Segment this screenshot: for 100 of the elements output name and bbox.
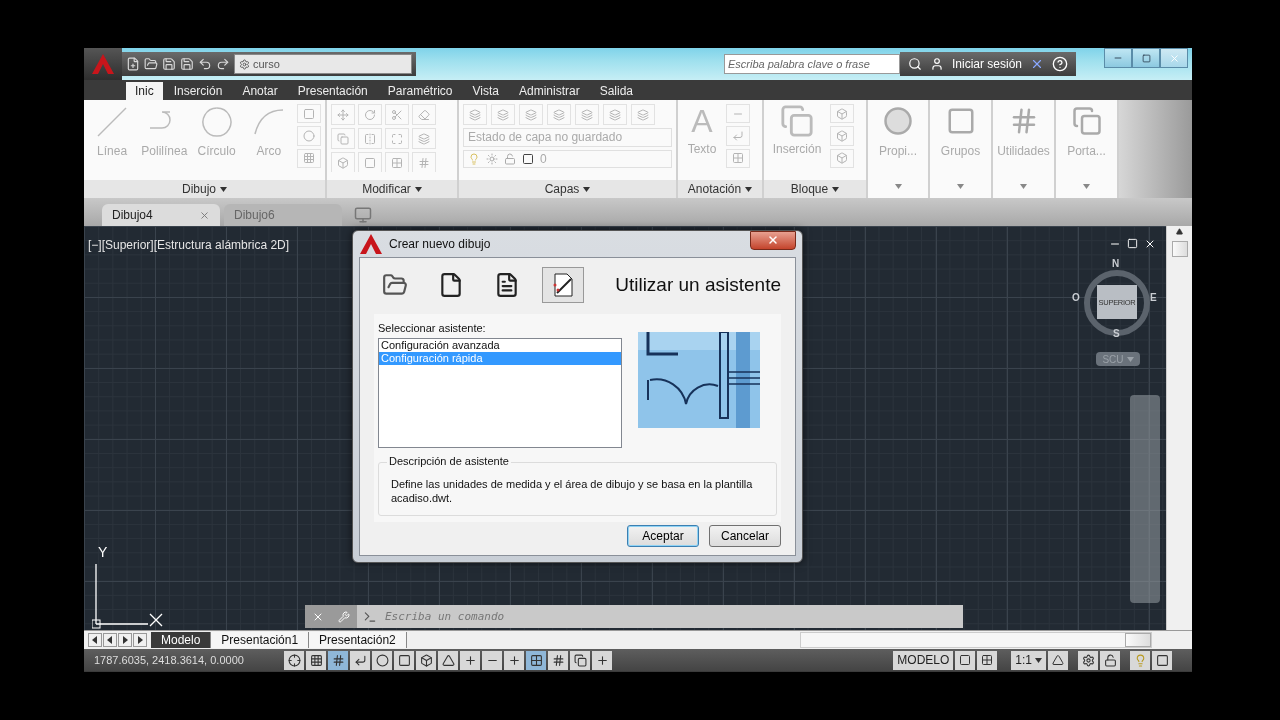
- command-field[interactable]: Escriba un comando: [357, 605, 963, 628]
- ribbon-tab[interactable]: Vista: [463, 82, 508, 100]
- layers-icon[interactable]: [609, 108, 621, 121]
- ellipse-icon[interactable]: [303, 130, 315, 142]
- tool-button[interactable]: [412, 104, 436, 125]
- layers-icon[interactable]: [497, 108, 509, 121]
- trim-icon[interactable]: [391, 108, 403, 121]
- close-button[interactable]: [1160, 48, 1188, 68]
- app-logo-icon[interactable]: [359, 233, 383, 255]
- layers-icon[interactable]: [637, 108, 649, 121]
- tool-button[interactable]: [297, 148, 321, 168]
- table-icon[interactable]: [732, 152, 744, 165]
- block-icon[interactable]: [836, 107, 848, 120]
- tool-button[interactable]: [385, 104, 409, 125]
- document-tab[interactable]: Dibujo4: [102, 204, 220, 226]
- vertical-scrollbar[interactable]: [1166, 226, 1192, 630]
- model-space-button[interactable]: MODELO: [893, 650, 954, 670]
- panel-title[interactable]: Bloque: [764, 180, 866, 198]
- layers-icon[interactable]: [418, 132, 430, 145]
- ribbon-tab[interactable]: Presentación: [288, 82, 377, 100]
- tool-button[interactable]: [547, 104, 571, 125]
- layout-tab[interactable]: Modelo: [151, 632, 212, 648]
- erase-icon[interactable]: [418, 108, 430, 121]
- layers-icon[interactable]: [469, 108, 481, 121]
- tool-button[interactable]: [463, 104, 487, 125]
- hatch-icon[interactable]: [303, 152, 315, 165]
- ribbon-tab[interactable]: Salida: [590, 82, 642, 100]
- panel-title[interactable]: Modificar: [327, 180, 457, 198]
- ribbon-tab[interactable]: Inserción: [164, 82, 232, 100]
- close-icon[interactable]: [1144, 238, 1156, 250]
- tab-nav-icon[interactable]: [118, 633, 132, 647]
- panel-title[interactable]: Dibujo: [84, 180, 325, 198]
- unlock-icon[interactable]: [504, 152, 516, 165]
- tool-button[interactable]: [830, 104, 854, 124]
- color-swatch-icon[interactable]: [522, 152, 534, 165]
- panel-title[interactable]: Anotación: [678, 180, 762, 198]
- lightbulb-icon[interactable]: [468, 152, 480, 165]
- search-field[interactable]: Escriba palabra clave o frase: [723, 54, 900, 74]
- sun-icon[interactable]: [486, 152, 498, 165]
- list-item[interactable]: Configuración avanzada: [379, 339, 621, 352]
- maximize-icon[interactable]: [1141, 53, 1151, 63]
- dialog-close-button[interactable]: [750, 230, 796, 250]
- mirror-icon[interactable]: [364, 132, 376, 145]
- layout-tab[interactable]: Presentación2: [309, 632, 407, 648]
- tool-button[interactable]: [358, 152, 382, 172]
- ribbon-tab[interactable]: Anotar: [233, 82, 287, 100]
- move-icon[interactable]: [337, 108, 349, 121]
- tool-button[interactable]: [331, 104, 355, 125]
- wizard-list[interactable]: Configuración avanzada Configuración rápida: [378, 338, 622, 448]
- annotation-scale-button[interactable]: 1:1: [1011, 650, 1046, 670]
- prompt-icon[interactable]: [363, 609, 377, 624]
- redo-icon[interactable]: [216, 57, 230, 71]
- command-line-handle[interactable]: [305, 605, 357, 628]
- tool-button[interactable]: [297, 126, 321, 146]
- tool-button[interactable]: [412, 128, 436, 149]
- tool-button[interactable]: [358, 104, 382, 125]
- wrench-icon[interactable]: [338, 610, 350, 623]
- horizontal-scrollbar[interactable]: [800, 632, 1152, 648]
- user-icon[interactable]: [929, 57, 944, 71]
- rectangle-icon[interactable]: [303, 107, 315, 120]
- scroll-up-icon[interactable]: [1176, 228, 1183, 235]
- block-icon[interactable]: [836, 130, 848, 142]
- help-icon[interactable]: [1052, 56, 1068, 72]
- new-file-icon[interactable]: [126, 57, 140, 71]
- tool-button[interactable]: [331, 152, 355, 172]
- tool-button[interactable]: [830, 126, 854, 146]
- open-folder-icon[interactable]: [144, 57, 158, 71]
- tool-button[interactable]: [575, 104, 599, 125]
- close-tab-icon[interactable]: [199, 209, 210, 221]
- tool-button[interactable]: [412, 152, 436, 172]
- dialog-button[interactable]: Cancelar: [709, 525, 781, 547]
- tool-button[interactable]: [631, 104, 655, 125]
- tool-button[interactable]: [385, 128, 409, 149]
- undo-icon[interactable]: [198, 57, 212, 71]
- rotate-icon[interactable]: [364, 108, 376, 121]
- copy-icon[interactable]: [337, 132, 349, 145]
- tab-nav-icon[interactable]: [103, 633, 117, 647]
- minimize-button[interactable]: [1104, 48, 1132, 68]
- scrollbar-thumb[interactable]: [1125, 633, 1151, 647]
- tool-button[interactable]: [491, 104, 515, 125]
- restore-icon[interactable]: [1127, 238, 1138, 249]
- app-logo-icon[interactable]: [91, 53, 115, 75]
- tool-button[interactable]: [726, 148, 750, 168]
- panel-title[interactable]: Capas: [459, 180, 676, 198]
- viewport-label[interactable]: [−][Superior][Estructura alámbrica 2D]: [88, 238, 290, 252]
- mode-button[interactable]: [542, 267, 584, 303]
- tool-button[interactable]: [519, 104, 543, 125]
- ribbon-tab[interactable]: Inic: [126, 82, 163, 100]
- tab-nav-icon[interactable]: [88, 633, 102, 647]
- drawing-canvas[interactable]: [84, 226, 1166, 630]
- command-input[interactable]: Escriba un comando: [383, 609, 963, 624]
- tool-button[interactable]: [297, 104, 321, 124]
- save-icon[interactable]: [162, 57, 176, 71]
- layers-icon[interactable]: [581, 108, 593, 121]
- maximize-button[interactable]: [1132, 48, 1160, 68]
- save-as-icon[interactable]: [180, 57, 194, 71]
- ribbon-tab[interactable]: Administrar: [509, 82, 589, 100]
- layers-icon[interactable]: [525, 108, 537, 121]
- block-icon[interactable]: [836, 152, 848, 165]
- layout-tab[interactable]: Presentación1: [211, 632, 310, 648]
